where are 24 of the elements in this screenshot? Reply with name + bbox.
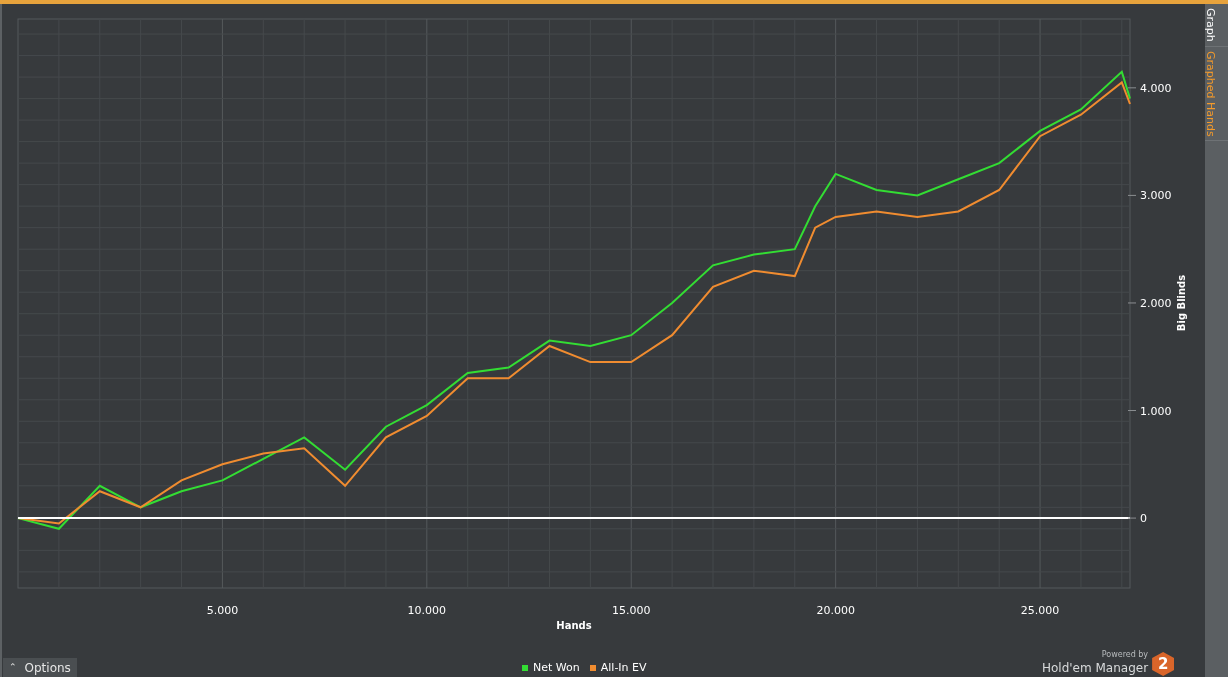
y-tick-label: 1.000: [1140, 404, 1172, 418]
x-tick-label: 5.000: [206, 604, 239, 617]
y-tick-label: 3.000: [1140, 189, 1172, 203]
tick-mark: [1127, 410, 1137, 411]
x-tick-label: 10.000: [407, 604, 447, 617]
x-tick-label: 25.000: [1020, 604, 1060, 617]
product-name: Hold'em Manager: [1042, 660, 1149, 676]
y-tick-label: 2.000: [1140, 296, 1172, 310]
tick-mark: [1127, 87, 1137, 89]
y-tick-label: 4.000: [1140, 81, 1172, 95]
tick-mark: [1127, 194, 1137, 196]
x-axis-title: Hands: [556, 620, 592, 631]
x-tick-label: 20.000: [816, 604, 855, 617]
y-axis-title: Big Blinds: [1176, 274, 1187, 332]
legend-label: All-In EV: [600, 660, 647, 676]
tick-mark: [1127, 302, 1137, 304]
y-tick-label: 0: [1140, 512, 1147, 526]
x-tick-label: 15.000: [612, 604, 651, 617]
legend-label: Net Won: [533, 660, 580, 676]
powered-by-caption: Powered by: [1101, 650, 1149, 660]
logo-badge: 2: [1152, 652, 1175, 676]
side-tab[interactable]: Graph: [1205, 4, 1228, 47]
options-button[interactable]: ⌃ Options: [3, 658, 77, 677]
tick-mark: [1127, 517, 1137, 519]
